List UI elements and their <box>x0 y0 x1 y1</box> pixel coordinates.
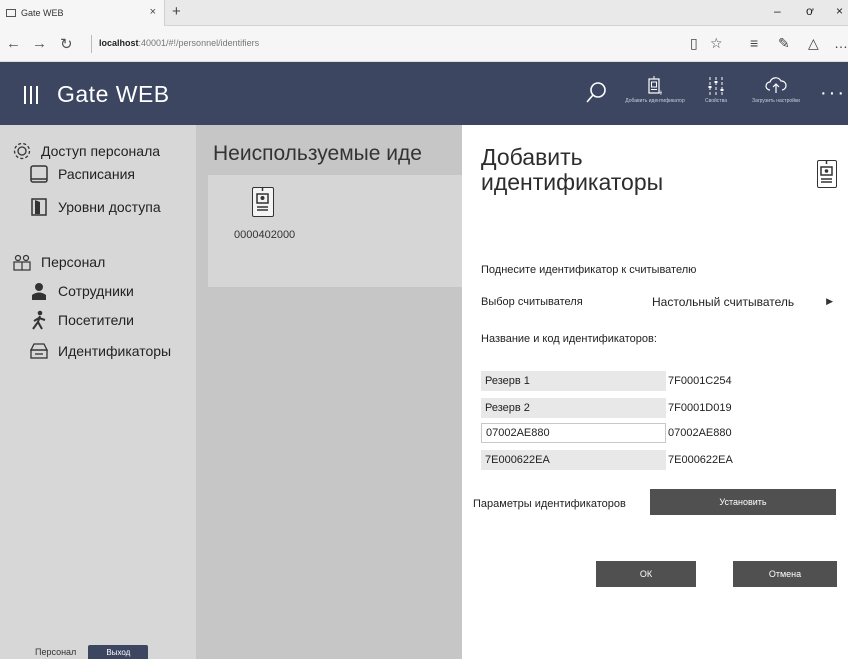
sidebar: Доступ персонала Расписания Уровни досту… <box>0 125 196 659</box>
sidebar-item-personnel[interactable]: Персонал <box>11 251 105 273</box>
maximize-button[interactable]: ơ <box>806 4 814 18</box>
card-reader-icon <box>28 340 50 362</box>
url-path: :40001/#!/personnel/identifiers <box>138 38 260 48</box>
identifier-number: 0000402000 <box>234 229 296 241</box>
calendar-icon <box>28 163 50 185</box>
employee-icon <box>28 280 50 302</box>
reader-select[interactable]: Настольный считыватель ▶ <box>652 293 837 311</box>
search-icon <box>586 82 606 103</box>
share-icon[interactable]: △ <box>808 35 819 52</box>
properties-label: Свойства <box>705 98 727 104</box>
add-identifier-label: Добавить идентификатор <box>625 98 685 104</box>
add-badge-icon: + <box>625 76 685 98</box>
identifiers-list-label: Название и код идентификаторов: <box>481 333 657 345</box>
visitor-icon <box>28 309 50 331</box>
url-host: localhost <box>99 38 139 48</box>
browser-more-icon[interactable]: … <box>834 35 848 51</box>
close-window-button[interactable]: × <box>836 4 843 18</box>
ok-button[interactable]: ОК <box>596 561 696 587</box>
sidebar-item-identifiers[interactable]: Идентификаторы <box>28 340 171 362</box>
badge-icon <box>252 186 274 217</box>
hub-icon[interactable]: ≡ <box>750 35 758 51</box>
reading-view-icon[interactable]: ▯ <box>690 35 698 52</box>
address-bar: ← → ↻ localhost:40001/#!/personnel/ident… <box>0 26 848 62</box>
new-tab-button[interactable]: + <box>172 3 181 20</box>
logout-button[interactable]: Выход <box>88 645 149 659</box>
refresh-icon[interactable]: ↻ <box>60 35 73 53</box>
tab-close-icon[interactable]: × <box>150 6 156 18</box>
favorite-star-icon[interactable]: ☆ <box>710 35 723 52</box>
identifier-name-field[interactable]: 7E000622EA <box>481 450 666 470</box>
main-content: Неиспользуемые иде 0000402000 <box>196 125 462 659</box>
load-settings-label: Загрузить настройки <box>752 98 800 104</box>
identifier-name-field[interactable]: Резерв 2 <box>481 398 666 418</box>
sidebar-item-label: Доступ персонала <box>41 143 161 159</box>
sidebar-item-label: Уровни доступа <box>58 199 161 215</box>
identifier-code: 07002AE880 <box>668 427 732 439</box>
cloud-upload-icon <box>746 76 806 98</box>
gear-icon <box>11 140 33 162</box>
badge-icon <box>817 159 837 188</box>
page-icon <box>6 9 16 17</box>
instruction-text: Поднесите идентификатор к считывателю <box>481 264 697 276</box>
properties-button[interactable]: Свойства <box>686 76 746 104</box>
svg-text:+: + <box>658 89 662 96</box>
page-title: Неиспользуемые иде <box>213 142 422 165</box>
identifier-code: 7E000622EA <box>668 454 733 466</box>
sidebar-item-label: Расписания <box>58 166 135 182</box>
sidebar-item-visitors[interactable]: Посетители <box>28 309 134 331</box>
sidebar-item-schedules[interactable]: Расписания <box>28 163 135 185</box>
more-options-icon[interactable]: ··· <box>820 82 846 105</box>
back-arrow-icon[interactable]: ← <box>6 35 21 52</box>
footer-section-label: Персонал <box>35 647 77 657</box>
sidebar-item-staff-access[interactable]: Доступ персонала <box>11 140 160 162</box>
sidebar-item-label: Сотрудники <box>58 283 134 299</box>
panel-title-line1: Добавить <box>481 144 583 170</box>
properties-icon <box>686 76 746 98</box>
tab-title: Gate WEB <box>21 8 64 18</box>
identifier-code: 7F0001D019 <box>668 402 732 414</box>
sidebar-footer: Персонал Выход <box>35 645 149 659</box>
set-button[interactable]: Установить <box>650 489 836 515</box>
panel-title-line2: идентификаторы <box>481 169 664 195</box>
sidebar-item-employees[interactable]: Сотрудники <box>28 280 134 302</box>
add-identifiers-panel: Добавить идентификаторы Поднесите иденти… <box>462 125 848 659</box>
identifier-params-label: Параметры идентификаторов <box>473 498 626 510</box>
identifier-tile[interactable]: 0000402000 <box>234 186 304 241</box>
reader-select-value: Настольный считыватель <box>652 295 795 309</box>
sidebar-item-label: Идентификаторы <box>58 343 172 359</box>
sidebar-item-label: Посетители <box>58 312 134 328</box>
chevron-right-icon: ▶ <box>826 296 833 306</box>
load-settings-button[interactable]: Загрузить настройки <box>746 76 806 104</box>
reader-label: Выбор считывателя <box>481 296 583 308</box>
sidebar-item-label: Персонал <box>41 254 106 270</box>
minimize-button[interactable]: – <box>774 4 781 18</box>
identifier-name-field[interactable]: 07002AE880 <box>481 423 666 443</box>
identifier-code: 7F0001C254 <box>668 375 732 387</box>
url-field[interactable]: localhost:40001/#!/personnel/identifiers <box>99 38 259 48</box>
add-identifier-button[interactable]: + Добавить идентификатор <box>625 76 685 104</box>
search-button[interactable] <box>583 79 609 107</box>
door-icon <box>28 196 50 218</box>
cancel-button[interactable]: Отмена <box>733 561 837 587</box>
web-note-icon[interactable]: ✎ <box>778 35 790 52</box>
browser-tab-bar: Gate WEB × + – ơ × <box>0 0 848 26</box>
panel-title: Добавить идентификаторы <box>481 145 663 195</box>
forward-arrow-icon[interactable]: → <box>32 35 47 52</box>
browser-tab[interactable]: Gate WEB × <box>0 0 165 26</box>
sidebar-item-access-levels[interactable]: Уровни доступа <box>28 196 161 218</box>
url-separator <box>91 35 92 53</box>
identifier-grid: 0000402000 <box>208 175 462 287</box>
app-title: Gate WEB <box>57 81 170 107</box>
menu-icon[interactable] <box>24 86 38 104</box>
people-icon <box>11 251 33 273</box>
app-header: Gate WEB + Добавить идентификатор Свойст… <box>0 62 848 125</box>
identifier-name-field[interactable]: Резерв 1 <box>481 371 666 391</box>
